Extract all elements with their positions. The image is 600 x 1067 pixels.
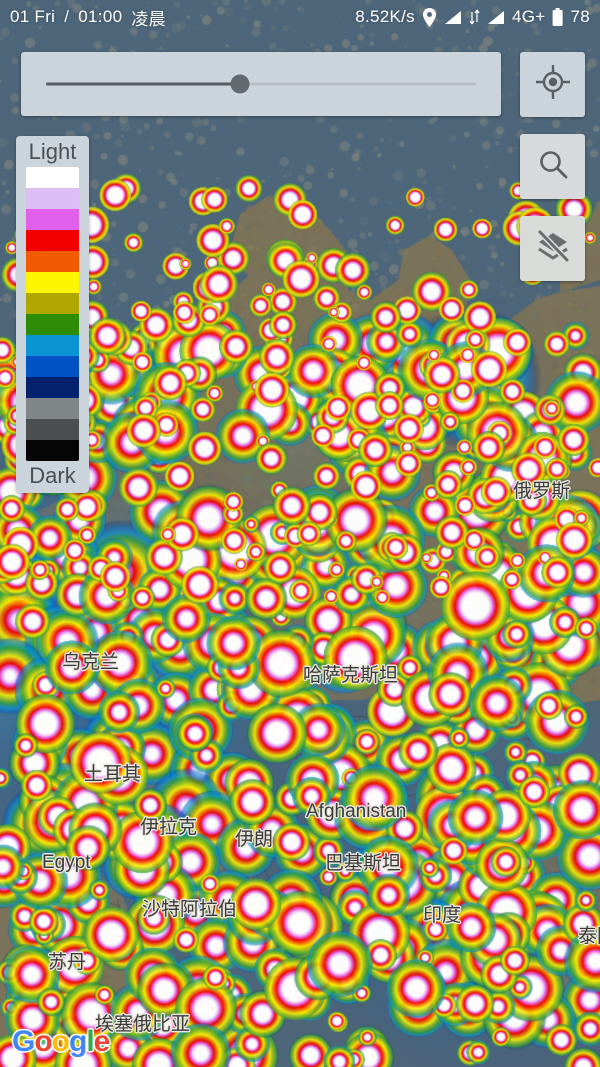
status-bar-left: 01 Fri / 01:00 凌晨 <box>10 5 166 30</box>
slider-thumb[interactable] <box>230 74 249 94</box>
my-location-button[interactable] <box>520 52 585 117</box>
light-pollution-map[interactable] <box>0 0 600 1067</box>
legend-swatch-0 <box>26 167 79 188</box>
battery-level: 78 <box>570 7 590 26</box>
legend-swatch-12 <box>26 419 79 440</box>
legend-swatch-1 <box>26 188 79 209</box>
signal-bars-icon <box>487 10 505 25</box>
status-time: 01:00 <box>78 7 123 26</box>
slider-fill <box>46 82 240 86</box>
network-speed: 8.52K/s <box>355 7 415 26</box>
data-transfer-arrows-icon <box>469 9 480 25</box>
status-separator: / <box>64 7 70 26</box>
legend-bottom-label: Dark <box>29 463 76 488</box>
layers-button[interactable] <box>520 216 585 281</box>
legend-swatch-9 <box>26 356 79 377</box>
legend-swatch-5 <box>26 272 79 293</box>
legend-swatch-8 <box>26 335 79 356</box>
time-slider-panel[interactable] <box>21 52 501 116</box>
legend-swatch-2 <box>26 209 79 230</box>
location-pin-icon <box>422 7 437 27</box>
status-date: 01 Fri <box>10 7 56 26</box>
app-screen: 俄罗斯 乌克兰 哈萨克斯坦 土耳其 伊拉克 伊朗 Afghanistan 巴基斯坦 Egypt 沙… <box>0 0 600 1067</box>
light-pollution-legend: Light Dark <box>16 136 89 493</box>
legend-color-scale <box>26 167 79 461</box>
legend-top-label: Light <box>28 139 77 164</box>
search-button[interactable] <box>520 134 585 199</box>
legend-swatch-3 <box>26 230 79 251</box>
legend-swatch-10 <box>26 377 79 398</box>
status-period: 凌晨 <box>131 9 166 29</box>
signal-bars-icon <box>444 10 462 25</box>
layers-off-icon <box>535 228 571 269</box>
legend-swatch-11 <box>26 398 79 419</box>
legend-swatch-4 <box>26 251 79 272</box>
time-slider[interactable] <box>46 73 476 95</box>
legend-swatch-13 <box>26 440 79 461</box>
legend-swatch-6 <box>26 293 79 314</box>
battery-icon <box>552 8 564 26</box>
status-bar: 01 Fri / 01:00 凌晨 8.52K/s 4G+ 78 <box>0 0 600 34</box>
my-location-crosshair-icon <box>535 64 571 105</box>
network-type: 4G+ <box>511 7 546 26</box>
legend-swatch-7 <box>26 314 79 335</box>
search-icon <box>536 147 570 186</box>
status-bar-right: 8.52K/s 4G+ 78 <box>355 7 590 27</box>
